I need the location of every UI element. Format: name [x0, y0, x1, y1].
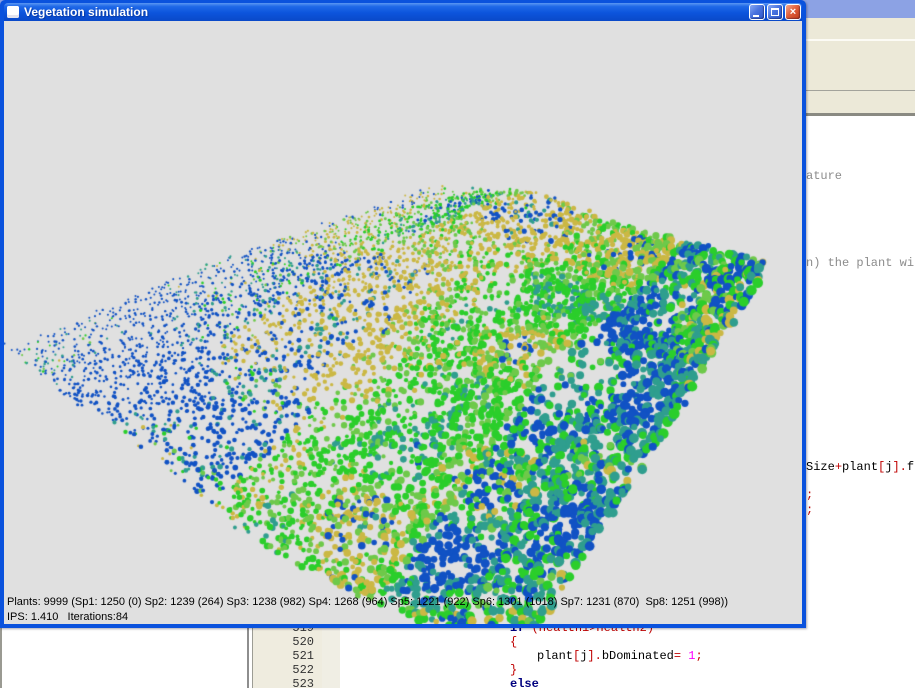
- code-segment: ;: [695, 649, 702, 663]
- code-segment: else: [510, 677, 539, 688]
- ips-status-line: IPS: 1.410 Iterations:84: [7, 611, 128, 624]
- code-segment: ]: [587, 649, 594, 663]
- code-segment: ]: [892, 460, 899, 474]
- code-segment: n) the plant wi: [806, 256, 914, 270]
- code-editor[interactable]: if (Health1>Health2){plant[j].bDominated…: [340, 628, 915, 688]
- code-segment: ature: [806, 169, 842, 183]
- window-title: Vegetation simulation: [24, 5, 747, 19]
- code-segment: plant: [537, 649, 573, 663]
- screen: ature n) the plant wi Size+plant[j].f;; 51…: [0, 0, 915, 688]
- code-fragment: n) the plant wi: [806, 257, 914, 270]
- code-fragment: ;: [806, 489, 813, 502]
- code-segment: .: [900, 460, 907, 474]
- code-segment: =: [674, 649, 681, 663]
- line-number: 522: [253, 663, 314, 677]
- code-fragment: ;: [806, 504, 813, 517]
- code-fragment: Size+plant[j].f: [806, 461, 914, 474]
- ide-bottom-editor-strip: 519520521522523 − if (Health1>Health2){p…: [0, 628, 915, 688]
- code-line: plant[j].bDominated= 1;: [340, 649, 915, 663]
- code-segment: plant: [842, 460, 878, 474]
- simulation-client-area: Plants: 9999 (Sp1: 1250 (0) Sp2: 1239 (2…: [4, 21, 802, 624]
- fold-margin: −: [322, 628, 340, 688]
- code-line: }: [340, 663, 915, 677]
- ide-side-panel[interactable]: [2, 628, 247, 688]
- code-segment: ;: [806, 488, 813, 502]
- line-number: 523: [253, 677, 314, 688]
- application-icon: [7, 6, 19, 18]
- code-segment: bDominated: [602, 649, 674, 663]
- simulation-canvas[interactable]: [4, 21, 802, 624]
- close-button[interactable]: ×: [785, 4, 801, 20]
- code-line: {: [340, 635, 915, 649]
- title-bar[interactable]: Vegetation simulation ×: [4, 3, 802, 21]
- plants-status-line: Plants: 9999 (Sp1: 1250 (0) Sp2: 1239 (2…: [7, 596, 728, 609]
- code-segment: +: [835, 460, 842, 474]
- maximize-button[interactable]: [767, 4, 783, 20]
- code-segment: .: [595, 649, 602, 663]
- code-segment: f: [907, 460, 914, 474]
- line-number: 521: [253, 649, 314, 663]
- close-icon: ×: [786, 5, 800, 19]
- code-segment: Size: [806, 460, 835, 474]
- code-fragment: ature: [806, 170, 842, 183]
- code-segment: ;: [806, 503, 813, 517]
- simulation-window: Vegetation simulation × Plants: 9999 (Sp…: [0, 0, 806, 628]
- code-segment: {: [510, 635, 517, 649]
- line-number: 520: [253, 635, 314, 649]
- code-segment: }: [510, 663, 517, 677]
- minimize-button[interactable]: [749, 4, 765, 20]
- gutter: 519520521522523: [253, 628, 322, 688]
- code-line: else: [340, 677, 915, 688]
